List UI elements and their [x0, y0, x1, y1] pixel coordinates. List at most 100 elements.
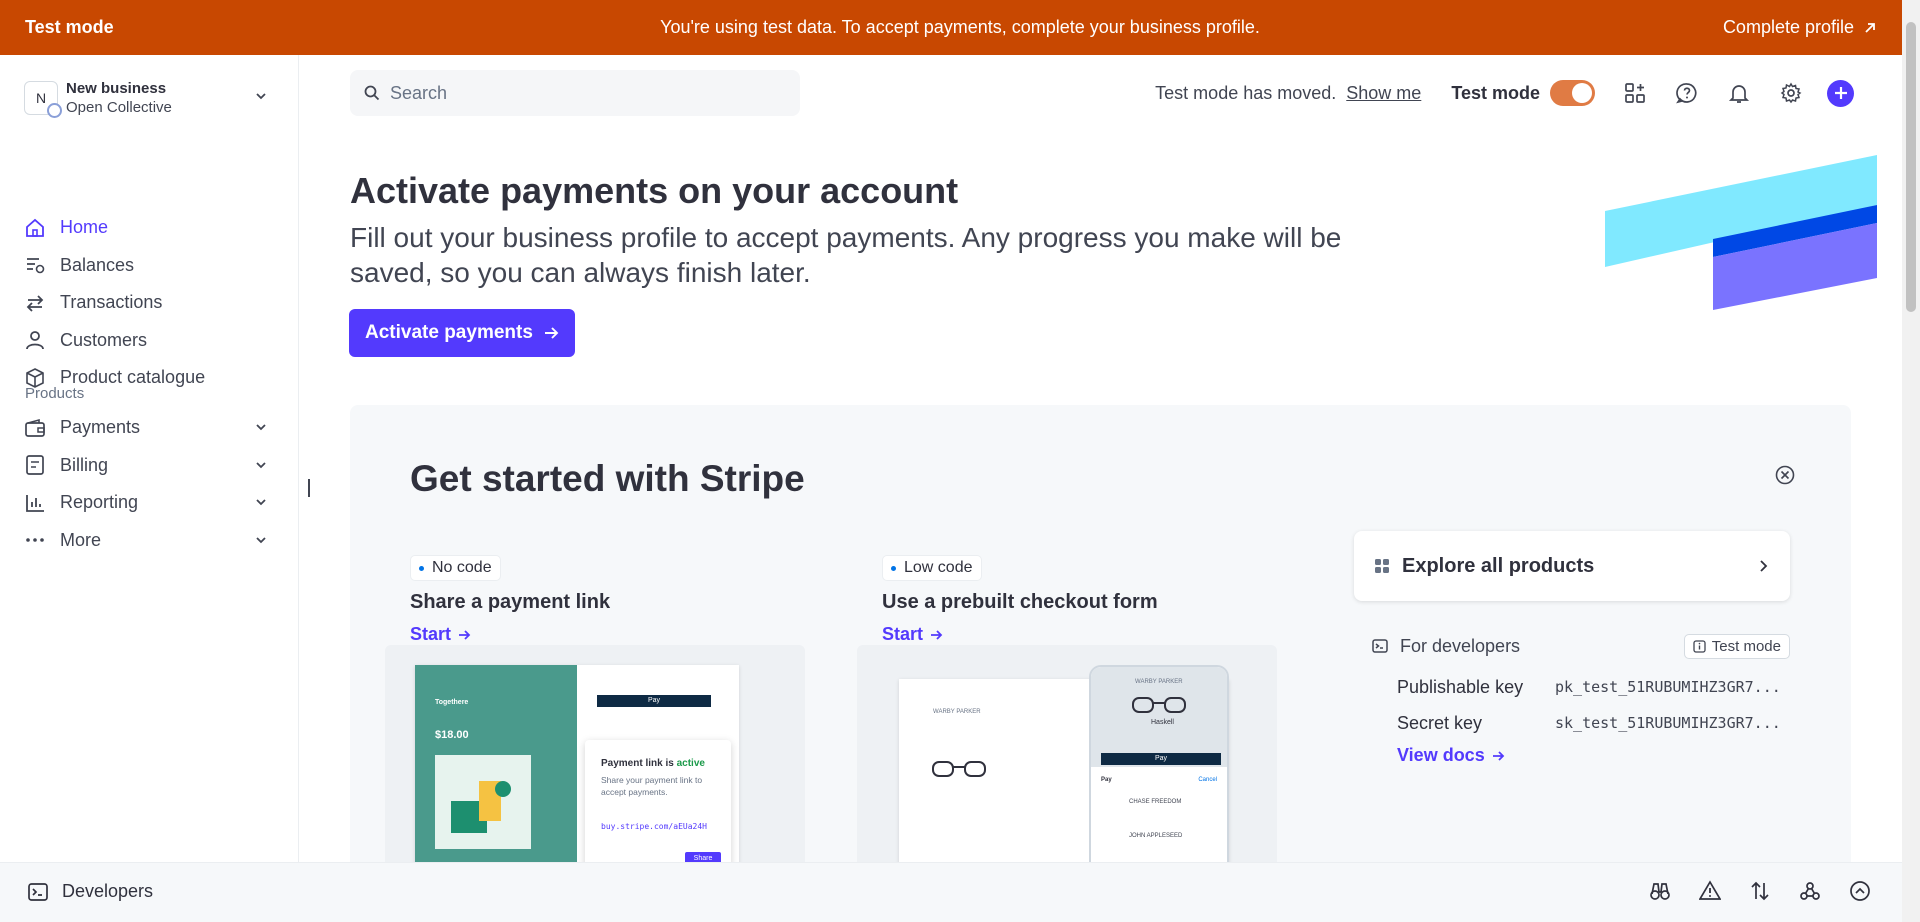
sidebar-item-balances[interactable]: Balances	[24, 247, 276, 285]
activate-payments-button[interactable]: Activate payments	[349, 309, 575, 357]
developers-title: For developers	[1400, 635, 1521, 656]
complete-profile-link[interactable]: Complete profile	[1723, 17, 1878, 38]
sidebar-item-reporting[interactable]: Reporting	[24, 484, 276, 522]
sidebar-item-label: Balances	[60, 254, 135, 275]
loading-icon	[47, 103, 62, 118]
dashboard: N New business Open Collective Home Bala…	[0, 55, 1902, 922]
get-started-panel: Get started with Stripe No code Share a …	[350, 405, 1851, 922]
sidebar-resize-handle[interactable]	[308, 479, 310, 497]
start-label: Start	[410, 624, 452, 644]
customers-icon	[26, 331, 44, 350]
secret-key-value[interactable]: sk_test_51RUBUMIHZ3GR7...	[1555, 714, 1781, 732]
start-checkout-button[interactable]: Start	[882, 624, 943, 645]
secret-key-row: Secret key sk_test_51RUBUMIHZ3GR7...	[1397, 705, 1790, 741]
sidebar-item-transactions[interactable]: Transactions	[24, 284, 276, 322]
settings-button[interactable]	[1779, 81, 1803, 105]
wallet-icon	[25, 418, 45, 437]
checkout-mock-left: Togethere $18.00	[415, 665, 577, 875]
arrow-right-icon	[459, 629, 471, 640]
payment-link-card: No code Share a payment link Start	[410, 555, 840, 645]
mock-pay-label: Pay	[647, 697, 661, 704]
transactions-icon	[26, 295, 44, 312]
test-mode-banner: Test mode You're using test data. To acc…	[0, 0, 1920, 55]
page-scrollbar[interactable]	[1902, 0, 1920, 922]
sidebar-item-label: More	[60, 529, 102, 550]
apps-grid-icon	[1375, 559, 1389, 573]
account-switcher[interactable]: N New business Open Collective	[24, 75, 276, 121]
view-docs-link[interactable]: View docs	[1397, 745, 1505, 766]
phone-pay-label: Pay	[1154, 755, 1168, 762]
notifications-button[interactable]	[1727, 81, 1751, 105]
low-code-badge: Low code	[882, 555, 982, 581]
billing-icon	[26, 455, 44, 476]
mock-artwork	[435, 755, 531, 849]
bar-chart-icon	[26, 494, 44, 512]
webhooks-button[interactable]	[1798, 879, 1822, 903]
view-docs-label: View docs	[1397, 745, 1485, 765]
phone-mock-header: WARBY PARKER Haskell Pay	[1091, 667, 1227, 767]
scrollbar-thumb[interactable]	[1906, 22, 1916, 312]
sidebar-item-payments[interactable]: Payments	[24, 409, 276, 447]
requests-button[interactable]	[1748, 879, 1772, 903]
activate-payments-label: Activate payments	[365, 322, 533, 343]
phone-pay-button: Pay	[1101, 753, 1221, 765]
sidebar-item-billing[interactable]: Billing	[24, 447, 276, 485]
inspect-button[interactable]	[1648, 879, 1672, 903]
start-label: Start	[882, 624, 924, 644]
sidebar-item-more[interactable]: More	[24, 522, 276, 560]
glasses-icon	[932, 761, 986, 777]
page-title: Activate payments on your account	[350, 170, 959, 211]
no-code-badge: No code	[410, 555, 501, 581]
sidebar-item-label: Home	[60, 217, 109, 238]
terminal-icon	[1372, 639, 1388, 653]
show-me-link[interactable]: Show me	[1346, 83, 1421, 104]
chevron-right-icon	[1760, 560, 1768, 572]
card-title: Use a prebuilt checkout form	[882, 591, 1158, 613]
get-started-title: Get started with Stripe	[410, 458, 805, 499]
warning-icon	[1699, 880, 1721, 900]
search-icon	[364, 85, 380, 101]
errors-button[interactable]	[1698, 879, 1722, 903]
checkout-form-preview: WARBY PARKER WARBY PARKER Haskell Pay Pa…	[857, 645, 1277, 875]
sidebar-item-customers[interactable]: Customers	[24, 322, 276, 360]
arrow-right-icon	[931, 629, 943, 640]
popup-url: buy.stripe.com/aEUa24H	[601, 822, 707, 831]
arrow-up-right-icon	[1865, 22, 1875, 33]
search-input[interactable]	[390, 82, 770, 104]
webhook-icon	[1800, 882, 1820, 900]
bell-icon	[1728, 85, 1750, 103]
help-button[interactable]	[1675, 81, 1699, 105]
popup-description: Share your payment link to accept paymen…	[601, 775, 703, 797]
chevron-down-icon	[256, 499, 266, 506]
publishable-key-label: Publishable key	[1397, 676, 1524, 697]
mock-brand: WARBY PARKER	[933, 709, 981, 715]
gear-icon	[1780, 82, 1802, 104]
phone-brand: WARBY PARKER	[1135, 679, 1183, 685]
bottom-bar-tools	[1648, 879, 1872, 903]
badge-dot	[419, 565, 424, 571]
developers-label: Developers	[62, 881, 154, 901]
apps-grid-icon	[1625, 83, 1645, 103]
badge-label: No code	[432, 559, 492, 576]
more-dots-icon	[26, 538, 44, 543]
close-panel-button[interactable]	[1775, 465, 1795, 490]
phone-cancel: Cancel	[1198, 777, 1217, 783]
developers-button[interactable]: Developers	[28, 881, 153, 902]
checkout-form-card: Low code Use a prebuilt checkout form St…	[882, 555, 1312, 645]
avatar: N	[24, 81, 62, 118]
products-nav: Payments Billing Reporting More	[24, 409, 276, 559]
publishable-key-value[interactable]: pk_test_51RUBUMIHZ3GR7...	[1555, 678, 1781, 696]
test-mode-toggle[interactable]	[1550, 80, 1595, 106]
start-payment-link-button[interactable]: Start	[410, 624, 471, 645]
sidebar-item-label: Billing	[60, 454, 109, 475]
search-bar[interactable]	[350, 70, 800, 116]
popup-title-prefix: Payment link is	[601, 758, 677, 769]
apps-button[interactable]	[1623, 81, 1647, 105]
mock-pay-button: Pay	[597, 695, 711, 707]
expand-panel-button[interactable]	[1848, 879, 1872, 903]
sidebar-item-home[interactable]: Home	[24, 209, 276, 247]
balances-icon	[27, 258, 45, 274]
create-button[interactable]	[1827, 79, 1854, 107]
popup-share-label: Share	[693, 855, 713, 862]
explore-all-products-button[interactable]: Explore all products	[1354, 531, 1790, 601]
